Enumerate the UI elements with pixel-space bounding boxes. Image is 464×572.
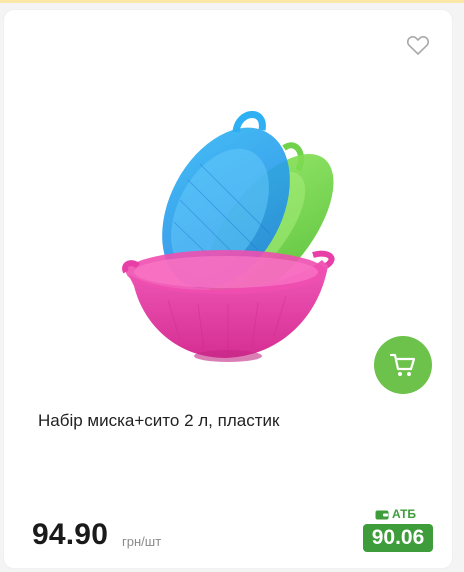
- price: 94.90: [32, 518, 109, 551]
- favorite-button[interactable]: [406, 34, 430, 56]
- promo-label-text: АТБ: [392, 507, 417, 521]
- cart-icon: [389, 353, 416, 376]
- top-strip: [0, 0, 464, 3]
- product-title[interactable]: Набір миска+сито 2 л, пластик: [38, 410, 418, 432]
- promo-price-badge: 90.06: [363, 524, 433, 552]
- promo-label: АТБ: [375, 507, 416, 521]
- product-card[interactable]: Набір миска+сито 2 л, пластик 94.90 грн/…: [4, 10, 452, 568]
- add-to-cart-button[interactable]: [374, 336, 432, 394]
- pink-bowl: [122, 250, 328, 362]
- product-image[interactable]: [108, 100, 348, 375]
- price-unit: грн/шт: [122, 534, 162, 549]
- heart-icon: [406, 36, 430, 55]
- wallet-icon: [375, 510, 389, 519]
